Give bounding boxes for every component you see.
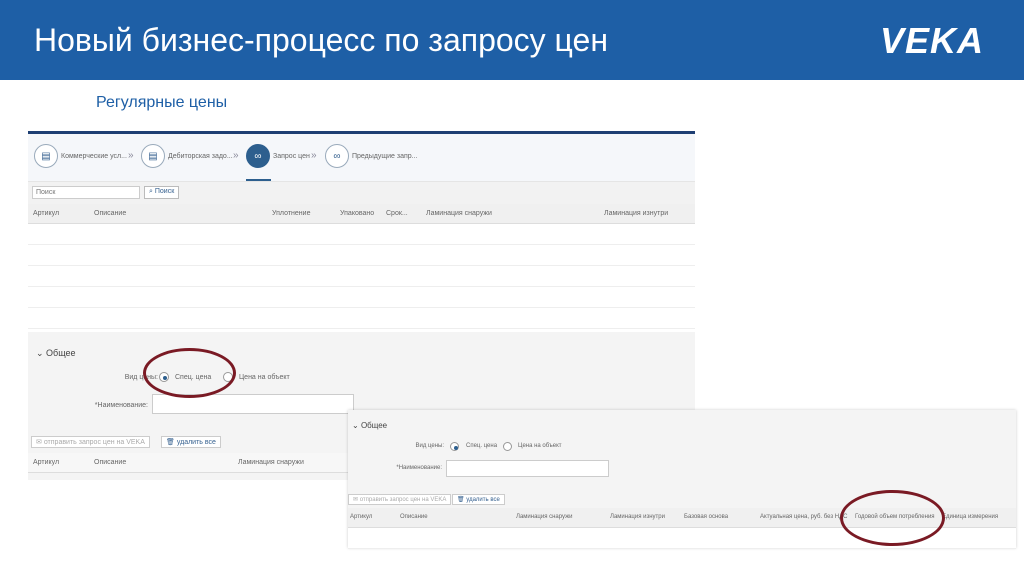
column-header[interactable]: Ламинация снаружи xyxy=(516,514,572,520)
table-row xyxy=(28,266,695,287)
delete-all-button[interactable]: 🗑 удалить все xyxy=(452,494,505,505)
column-header[interactable]: Артикул xyxy=(33,459,59,466)
veka-logo: VEKA xyxy=(879,20,984,61)
active-step-indicator xyxy=(246,179,271,181)
table-row xyxy=(28,308,695,329)
section-title: Общее xyxy=(46,348,76,358)
radio-object-price[interactable] xyxy=(503,442,512,451)
document-icon: ▤ xyxy=(141,144,165,168)
table-row xyxy=(28,224,695,245)
chevron-right-icon: » xyxy=(233,150,239,161)
column-header[interactable]: Ламинация снаружи xyxy=(426,210,492,217)
delete-all-button[interactable]: 🗑 удалить все xyxy=(161,436,221,448)
step-price-request[interactable]: ∞ Запрос цен xyxy=(246,144,310,168)
link-icon: ∞ xyxy=(246,144,270,168)
column-header[interactable]: Артикул xyxy=(33,210,59,217)
column-header[interactable]: Ламинация изнутри xyxy=(610,514,665,520)
option-label: Цена на объект xyxy=(239,374,290,381)
slide-subtitle: Регулярные цены xyxy=(96,94,228,111)
slide-title: Новый бизнес-процесс по запросу цен xyxy=(34,22,608,58)
option-label: Спец. цена xyxy=(466,443,498,449)
highlight-circle xyxy=(143,348,236,398)
chevron-right-icon: » xyxy=(311,150,317,161)
column-header[interactable]: Описание xyxy=(94,459,126,466)
search-bar: ⌕ Поиск xyxy=(28,182,695,204)
step-label: Коммерческие усл... xyxy=(61,152,127,160)
step-commercial[interactable]: ▤ Коммерческие усл... xyxy=(34,144,127,168)
price-type-label: Вид цены: xyxy=(415,443,444,449)
button-label: отправить запрос цен на VEKA xyxy=(359,497,447,503)
name-label: *Наименование: xyxy=(396,465,442,471)
button-label: удалить все xyxy=(466,497,500,503)
section-toggle[interactable]: ⌄ Общее xyxy=(352,421,387,430)
process-steps: ▤ Коммерческие усл... » ▤ Дебиторская задо… xyxy=(28,134,695,182)
name-input[interactable] xyxy=(446,460,609,477)
column-header[interactable]: Упаковано xyxy=(340,210,374,217)
button-label: удалить все xyxy=(176,439,216,446)
step-label: Дебиторская задо... xyxy=(168,152,233,160)
column-header[interactable]: Единица измерения xyxy=(942,514,998,520)
radio-special-price[interactable] xyxy=(450,442,459,451)
button-label: отправить запрос цен на VEKA xyxy=(43,439,145,446)
step-receivables[interactable]: ▤ Дебиторская задо... xyxy=(141,144,233,168)
column-header[interactable]: Уплотнение xyxy=(272,210,310,217)
slide-header: Новый бизнес-процесс по запросу цен VEKA xyxy=(0,0,1024,80)
column-header[interactable]: Актуальная цена, руб. без НДС xyxy=(760,514,848,520)
section-toggle[interactable]: ⌄ Общее xyxy=(36,348,76,359)
column-header[interactable]: Описание xyxy=(400,514,428,520)
column-header[interactable]: Артикул xyxy=(350,514,372,520)
table-row xyxy=(28,287,695,308)
send-request-button[interactable]: ✉ отправить запрос цен на VEKA xyxy=(348,494,452,505)
step-label: Предыдущие запр... xyxy=(352,152,418,160)
chevron-right-icon: » xyxy=(128,150,134,161)
section-title: Общее xyxy=(360,421,388,430)
document-icon: ▤ xyxy=(34,144,58,168)
column-header[interactable]: Базовая основа xyxy=(684,514,728,520)
option-label: Цена на объект xyxy=(518,443,562,449)
step-previous-requests[interactable]: ∞ Предыдущие запр... xyxy=(325,144,418,168)
column-header[interactable]: Ламинация изнутри xyxy=(604,210,668,217)
search-button[interactable]: ⌕ Поиск xyxy=(144,186,180,199)
search-button-label: Поиск xyxy=(154,188,175,195)
table-header: Артикул Описание Уплотнение Упаковано Ср… xyxy=(28,204,695,224)
highlight-circle xyxy=(840,490,945,546)
search-input[interactable] xyxy=(32,186,140,199)
column-header[interactable]: Ламинация снаружи xyxy=(238,459,304,466)
column-header[interactable]: Срок... xyxy=(386,210,408,217)
name-label: *Наименование: xyxy=(94,402,148,409)
column-header[interactable]: Описание xyxy=(94,210,126,217)
step-label: Запрос цен xyxy=(273,152,310,160)
send-request-button[interactable]: ✉ отправить запрос цен на VEKA xyxy=(31,436,150,448)
link-icon: ∞ xyxy=(325,144,349,168)
table-row xyxy=(28,245,695,266)
